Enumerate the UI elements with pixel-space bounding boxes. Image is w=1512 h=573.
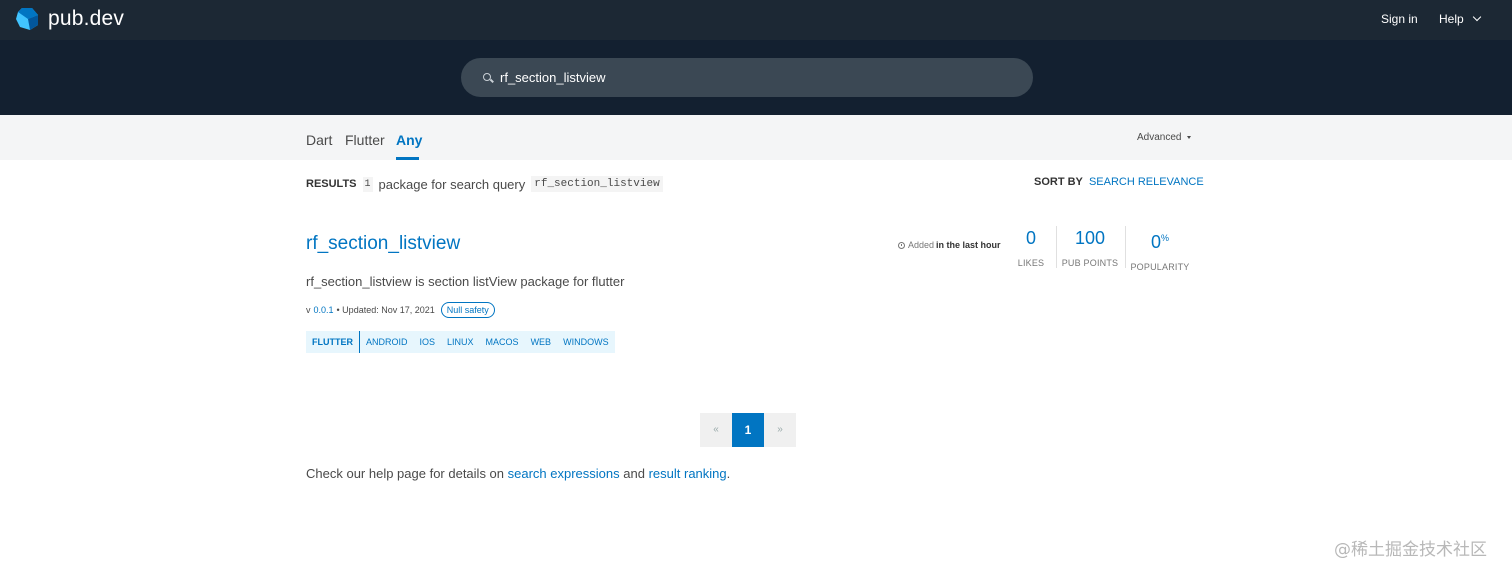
caret-down-icon	[1187, 136, 1192, 139]
platform-tags: FLUTTER ANDROID IOS LINUX MACOS WEB WIND…	[306, 331, 615, 353]
results-text: package for search query	[378, 176, 526, 192]
search-icon	[483, 73, 491, 81]
platform-tag-ios[interactable]: IOS	[414, 331, 442, 353]
updated-date: • Updated: Nov 17, 2021	[336, 305, 435, 315]
package-title-link[interactable]: rf_section_listview	[306, 233, 460, 255]
popularity-stat[interactable]: 0% POPULARITY	[1128, 226, 1192, 272]
search-expressions-link[interactable]: search expressions	[508, 466, 620, 481]
search-input[interactable]	[500, 58, 1020, 97]
added-prefix: Added	[908, 240, 935, 250]
result-ranking-link[interactable]: result ranking	[649, 466, 727, 481]
stat-divider	[1125, 226, 1126, 268]
null-safety-badge[interactable]: Null safety	[440, 302, 495, 318]
pub-points-value: 100	[1074, 228, 1106, 248]
package-description: rf_section_listview is section listView …	[306, 274, 625, 289]
help-label: Help	[1439, 12, 1464, 26]
next-page-button[interactable]: »	[764, 413, 796, 447]
help-middle: and	[623, 466, 645, 481]
help-line: Check our help page for details on searc…	[306, 466, 730, 481]
results-label: RESULTS	[306, 178, 357, 190]
active-tab-indicator	[396, 157, 419, 160]
pub-points-stat[interactable]: 100 PUB POINTS	[1058, 226, 1122, 268]
chevron-down-icon	[1472, 12, 1481, 22]
popularity-unit: %	[1161, 233, 1170, 243]
search-banner	[0, 40, 1512, 115]
package-metadata: v 0.0.1 • Updated: Nov 17, 2021 Null saf…	[306, 302, 495, 318]
popularity-label: POPULARITY	[1130, 262, 1190, 272]
platform-tag-linux[interactable]: LINUX	[441, 331, 480, 353]
dart-logo-icon[interactable]	[16, 7, 38, 31]
platform-tag-web[interactable]: WEB	[525, 331, 558, 353]
likes-label: LIKES	[1017, 258, 1045, 268]
sort-value[interactable]: SEARCH RELEVANCE	[1089, 176, 1204, 188]
sign-in-link[interactable]: Sign in	[1381, 12, 1418, 26]
search-box	[461, 58, 1033, 97]
help-suffix: .	[726, 466, 731, 481]
version-link[interactable]: 0.0.1	[314, 305, 334, 315]
results-count: 1	[362, 176, 373, 192]
help-prefix: Check our help page for details on	[306, 466, 505, 481]
version-prefix: v	[306, 305, 311, 315]
added-when: in the last hour	[936, 240, 1001, 250]
sort-label: SORT BY	[1034, 176, 1083, 188]
added-recently: Added in the last hour	[898, 240, 1001, 250]
tab-flutter[interactable]: Flutter	[345, 132, 385, 148]
sdk-tag-flutter[interactable]: FLUTTER	[306, 331, 360, 353]
likes-stat[interactable]: 0 LIKES	[1013, 226, 1049, 268]
prev-page-button[interactable]: «	[700, 413, 732, 447]
tab-dart[interactable]: Dart	[306, 132, 332, 148]
results-query: rf_section_listview	[531, 176, 663, 192]
platform-tag-windows[interactable]: WINDOWS	[557, 331, 615, 353]
page-button-current[interactable]: 1	[732, 413, 764, 447]
advanced-label: Advanced	[1137, 132, 1182, 143]
popularity-value: 0	[1150, 232, 1161, 252]
help-menu[interactable]: Help	[1439, 12, 1481, 26]
platform-tag-macos[interactable]: MACOS	[480, 331, 525, 353]
site-logo-text[interactable]: pub.dev	[48, 7, 124, 31]
likes-value: 0	[1025, 228, 1036, 248]
stat-divider	[1056, 226, 1057, 268]
top-nav: pub.dev Sign in Help	[0, 0, 1512, 40]
watermark: @稀土掘金技术社区	[1334, 540, 1487, 560]
clock-icon	[898, 241, 905, 249]
pagination: « 1 »	[700, 413, 796, 447]
popularity-value-wrap: 0%	[1128, 226, 1192, 254]
sort-control[interactable]: SORT BY SEARCH RELEVANCE	[1034, 176, 1204, 188]
sdk-tabs-bar: Dart Flutter Any Advanced	[0, 115, 1512, 160]
results-summary: RESULTS 1 package for search query rf_se…	[306, 176, 663, 192]
platform-tag-android[interactable]: ANDROID	[360, 331, 414, 353]
pub-points-label: PUB POINTS	[1061, 258, 1119, 268]
advanced-dropdown[interactable]: Advanced	[1137, 132, 1192, 143]
tab-any[interactable]: Any	[396, 132, 422, 148]
